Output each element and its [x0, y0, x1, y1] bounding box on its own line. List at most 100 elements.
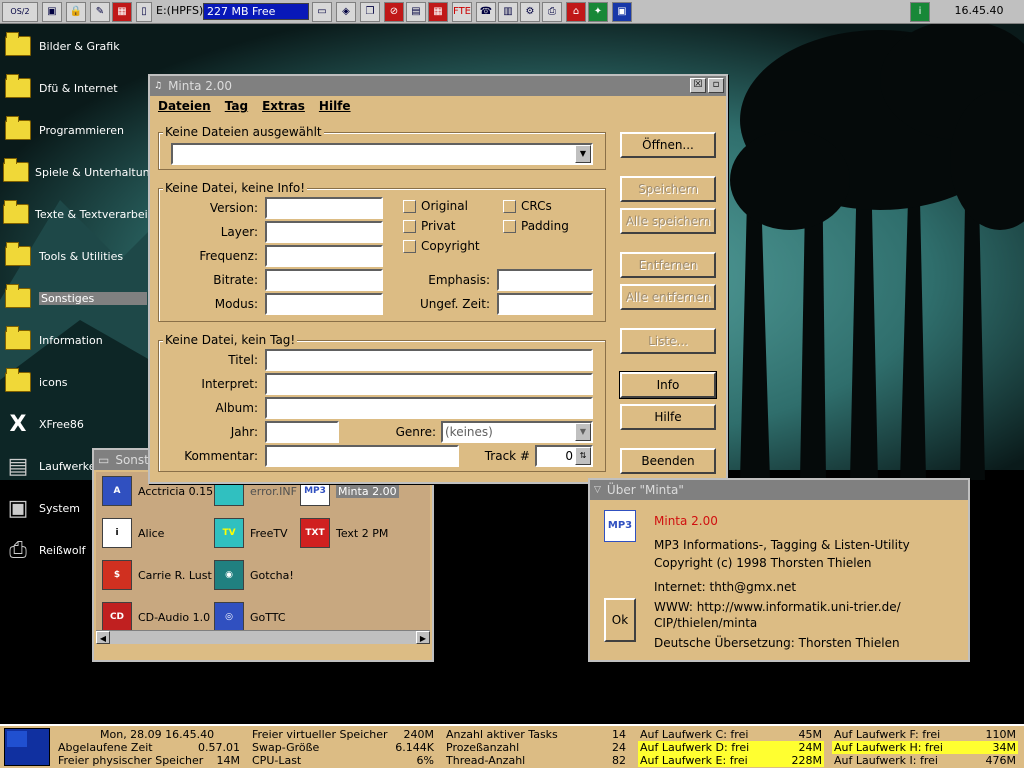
virtual-desktops-pager[interactable]: [4, 728, 50, 766]
menu-extras[interactable]: Extras: [262, 99, 305, 113]
folder-item-gottc[interactable]: ◎ GoTTC: [214, 602, 286, 632]
ok-button[interactable]: Ok: [604, 598, 636, 642]
crcs-checkbox[interactable]: CRCs: [503, 199, 552, 213]
track-spinner[interactable]: 0 ⇅: [535, 445, 593, 467]
folder-item-alice[interactable]: i Alice: [102, 518, 164, 548]
frequenz-field[interactable]: [265, 245, 383, 267]
quit-button[interactable]: Beenden: [620, 448, 716, 474]
desktop-icon-information[interactable]: Information: [3, 320, 148, 360]
window-list-icon[interactable]: ▣: [42, 2, 62, 22]
lock-icon[interactable]: 🔒: [66, 2, 86, 22]
zeit-field[interactable]: [497, 293, 593, 315]
layer-field[interactable]: [265, 221, 383, 243]
checkbox-box[interactable]: [503, 219, 516, 233]
status-label: Auf Laufwerk I: frei: [834, 754, 938, 767]
remove-all-button[interactable]: Alle entfernen: [620, 284, 716, 310]
keyboard-icon[interactable]: ▭: [312, 2, 332, 22]
info-button[interactable]: Info: [619, 371, 717, 399]
desktop-icon-programmieren[interactable]: Programmieren: [3, 110, 148, 150]
desktop-icon-texte[interactable]: Texte & Textverarbeitung: [3, 194, 173, 234]
desktop-4-icon[interactable]: [27, 747, 47, 763]
desktop-icon-spiele[interactable]: Spiele & Unterhaltung: [3, 152, 157, 192]
folder-horizontal-scrollbar[interactable]: ◀ ▶: [96, 630, 430, 644]
bitrate-field[interactable]: [265, 269, 383, 291]
desktop-icon-bilder[interactable]: Bilder & Grafik: [3, 26, 148, 66]
padding-checkbox[interactable]: Padding: [503, 219, 569, 233]
frequenz-label: Frequenz:: [199, 249, 258, 263]
jahr-field[interactable]: [265, 421, 339, 443]
desktop-icon-sonstiges[interactable]: Sonstiges: [3, 278, 148, 318]
desktop-3-icon[interactable]: [7, 747, 27, 763]
desktop-2-icon[interactable]: [27, 731, 47, 747]
desktop-icon-xfree86[interactable]: X XFree86: [3, 404, 148, 444]
help-button[interactable]: Hilfe: [620, 404, 716, 430]
checkbox-box[interactable]: [403, 239, 416, 253]
kommentar-field[interactable]: [265, 445, 459, 467]
checkbox-box[interactable]: [403, 199, 416, 213]
modus-field[interactable]: [265, 293, 383, 315]
folder-icon[interactable]: ▤: [406, 2, 426, 22]
close-icon[interactable]: ☒: [690, 78, 706, 93]
menu-hilfe[interactable]: Hilfe: [319, 99, 351, 113]
scroll-left-icon[interactable]: ◀: [96, 631, 110, 644]
minta-titlebar[interactable]: ♫ Minta 2.00 ☒ ▫: [150, 76, 726, 96]
folder-item-freetv[interactable]: TV FreeTV: [214, 518, 288, 548]
stop-icon[interactable]: ⊘: [384, 2, 404, 22]
chevron-down-icon[interactable]: ▽: [594, 485, 601, 495]
folder-item-carrie[interactable]: $ Carrie R. Lust: [102, 560, 212, 590]
desktop-icon-icons[interactable]: icons: [3, 362, 148, 402]
genre-combobox[interactable]: (keines) ▼: [441, 421, 593, 443]
interpret-field[interactable]: [265, 373, 593, 395]
version-field[interactable]: [265, 197, 383, 219]
phone-icon[interactable]: ☎: [476, 2, 496, 22]
folder-item-cdaudio[interactable]: CD CD-Audio 1.0: [102, 602, 210, 632]
printer-icon[interactable]: ⎙: [542, 2, 562, 22]
monitor-icon[interactable]: ▦: [112, 2, 132, 22]
home-icon[interactable]: ⌂: [566, 2, 586, 22]
copyright-checkbox[interactable]: Copyright: [403, 239, 480, 253]
save-button[interactable]: Speichern: [620, 176, 716, 202]
about-titlebar[interactable]: ▽ Über "Minta": [590, 480, 968, 500]
status-value: 24M: [798, 741, 823, 754]
cube-icon[interactable]: ◈: [336, 2, 356, 22]
fte-editor-icon[interactable]: FTE: [452, 2, 472, 22]
album-field[interactable]: [265, 397, 593, 419]
files-icon[interactable]: ❐: [360, 2, 380, 22]
checkbox-box[interactable]: [503, 199, 516, 213]
chevron-down-icon[interactable]: ▼: [575, 145, 591, 163]
folder-item-gotcha[interactable]: ◉ Gotcha!: [214, 560, 294, 590]
tool-icon[interactable]: ⚙: [520, 2, 540, 22]
scroll-right-icon[interactable]: ▶: [416, 631, 430, 644]
info-icon[interactable]: i: [910, 2, 930, 22]
checkbox-box[interactable]: [403, 219, 416, 233]
privat-checkbox[interactable]: Privat: [403, 219, 455, 233]
menu-tag[interactable]: Tag: [225, 99, 248, 113]
spin-arrows-icon[interactable]: ⇅: [575, 447, 591, 465]
save-all-button[interactable]: Alle speichern: [620, 208, 716, 234]
pen-icon[interactable]: ✎: [90, 2, 110, 22]
menu-dateien[interactable]: Dateien: [158, 99, 211, 113]
titel-field[interactable]: [265, 349, 593, 371]
terminal-icon[interactable]: ▣: [612, 2, 632, 22]
folder-item-text2pm[interactable]: TXT Text 2 PM: [300, 518, 388, 548]
mp3-icon: MP3: [604, 510, 636, 542]
emphasis-field[interactable]: [497, 269, 593, 291]
desktop-icon-label: Information: [39, 333, 103, 347]
restore-icon[interactable]: ▫: [708, 78, 724, 93]
desktop-icon-dfue[interactable]: Dfü & Internet: [3, 68, 148, 108]
list-button[interactable]: Liste...: [620, 328, 716, 354]
drive-icon[interactable]: ▯: [136, 2, 152, 22]
desktop-icon-tools[interactable]: Tools & Utilities: [3, 236, 148, 276]
os2-logo-icon[interactable]: OS/2: [2, 2, 38, 22]
desktop-1-icon[interactable]: [7, 731, 27, 747]
copyright-checkbox-label: Copyright: [421, 239, 480, 253]
network-icon[interactable]: ✦: [588, 2, 608, 22]
control-panel-icon[interactable]: ▦: [428, 2, 448, 22]
original-checkbox[interactable]: Original: [403, 199, 468, 213]
files-combobox[interactable]: ▼: [171, 143, 593, 165]
folder-item-label: Acctricia 0.15: [138, 484, 214, 498]
calendar-icon[interactable]: ▥: [498, 2, 518, 22]
open-button[interactable]: Öffnen...: [620, 132, 716, 158]
chevron-down-icon[interactable]: ▼: [575, 423, 591, 441]
remove-button[interactable]: Entfernen: [620, 252, 716, 278]
